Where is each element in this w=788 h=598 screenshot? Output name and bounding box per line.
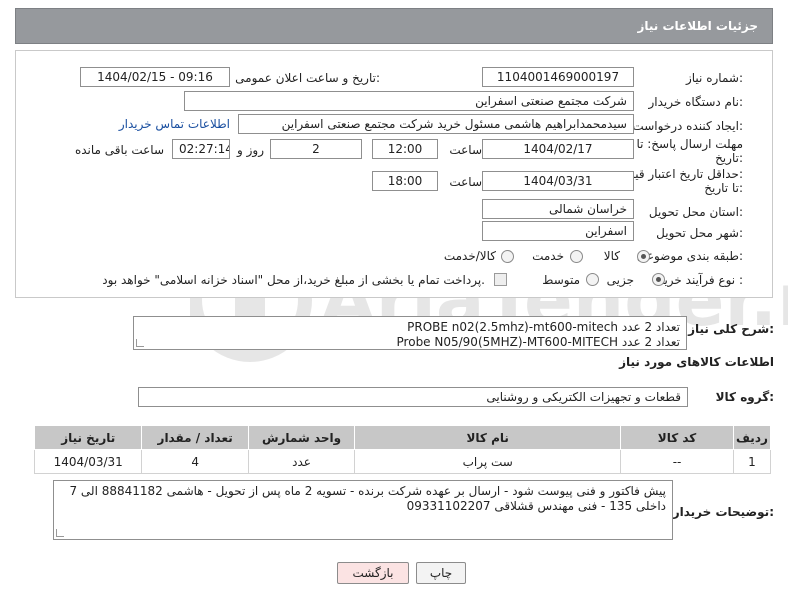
cell-unit: عدد [247,449,356,474]
table-row: 1 -- ست پراب عدد 4 1404/03/31 [33,449,772,474]
need-number-field: 1104001469000197 [482,67,634,87]
col-header-item-name: نام کالا [354,425,622,450]
col-header-quantity: تعداد / مقدار [141,425,249,450]
category-option-goods: کالا [603,249,620,263]
col-header-item-code: کد کالا [620,425,734,450]
price-validity-time-field: 18:00 [372,171,438,191]
remaining-time-label: ساعت باقی مانده [74,143,164,157]
cell-item-name: ست پراب [354,449,622,474]
price-validity-date-field: 1404/03/31 [482,171,634,191]
col-header-unit: واحد شمارش [247,425,356,450]
category-radio-goods[interactable] [637,250,650,263]
buyer-notes-textarea[interactable]: پیش فاکتور و فنی پیوست شود - ارسال بر عه… [53,480,673,540]
requester-field: سیدمحمدابراهیم هاشمی مسئول خرید شرکت مجت… [238,114,634,134]
category-radio-goods-service[interactable] [501,250,514,263]
cell-row-number: 1 [732,449,772,474]
days-label: روز و [237,143,264,157]
cell-quantity: 4 [141,449,249,474]
notes-resize-handle[interactable] [56,529,64,537]
goods-table: ردیف کد کالا نام کالا واحد شمارش تعداد /… [33,425,772,474]
reply-deadline-label-2: تاریخ: [715,151,743,165]
cell-need-date: 1404/03/31 [33,449,143,474]
table-header-row: ردیف کد کالا نام کالا واحد شمارش تعداد /… [33,425,772,450]
reply-deadline-label-1: مهلت ارسال پاسخ: تا [636,137,743,151]
summary-label: شرح کلی نیاز: [688,322,774,336]
delivery-city-label: شهر محل تحویل: [656,226,743,240]
buyer-notes-text: پیش فاکتور و فنی پیوست شود - ارسال بر عه… [69,484,666,513]
reply-deadline-date-field: 1404/02/17 [482,139,634,159]
delivery-city-field: اسفراین [482,221,634,241]
reply-time-label: ساعت [449,143,482,157]
remaining-time-field: 02:27:14 [172,139,230,159]
buyer-org-label: نام دستگاه خریدار: [648,95,744,109]
category-option-service: خدمت [532,249,564,263]
buyer-org-field: شرکت مجتمع صنعتی اسفراین [184,91,634,111]
announce-datetime-label: تاریخ و ساعت اعلان عمومی: [235,71,380,85]
summary-textarea[interactable]: PROBE n02(2.5mhz)-mt600-mitech تعداد 2 ع… [133,316,687,350]
col-header-need-date: تاریخ نیاز [33,425,143,450]
process-radio-minor[interactable] [652,273,665,286]
reply-time-field: 12:00 [372,139,438,159]
process-radio-medium[interactable] [586,273,599,286]
requester-label: ایجاد کننده درخواست: [632,119,743,133]
category-radio-service[interactable] [570,250,583,263]
announce-datetime-field: 1404/02/15 - 09:16 [80,67,230,87]
price-validity-label-2: تا تاریخ: [704,181,743,195]
category-option-goods-service: کالا/خدمت [443,249,496,263]
page-title: جزئیات اطلاعات نیاز [637,19,758,33]
treasury-payment-checkbox[interactable] [494,273,507,286]
price-validity-label-1: حداقل تاریخ اعتبار قیمت: [616,167,743,181]
delivery-province-field: خراسان شمالی [482,199,634,219]
days-field: 2 [270,139,362,159]
summary-line-1: PROBE n02(2.5mhz)-mt600-mitech تعداد 2 ع… [407,320,680,334]
panel-header: جزئیات اطلاعات نیاز [15,8,773,44]
back-button[interactable]: بازگشت [337,562,409,584]
print-button[interactable]: چاپ [416,562,466,584]
price-validity-time-label: ساعت [449,175,482,189]
goods-group-label: گروه کالا: [715,390,774,404]
buyer-notes-label: توضیحات خریدار: [672,505,774,519]
resize-handle[interactable] [136,339,144,347]
buyer-contact-link[interactable]: اطلاعات تماس خریدار [119,117,230,131]
col-header-row-number: ردیف [732,425,772,450]
purchase-process-label: نوع فرآیند خرید : [658,273,743,287]
treasury-payment-note: پرداخت تمام یا بخشی از مبلغ خرید،از محل … [102,273,485,287]
goods-info-title: اطلاعات کالاهای مورد نیاز [619,355,774,369]
process-option-medium: متوسط [542,273,580,287]
need-number-label: شماره نیاز: [685,71,743,85]
goods-group-field: قطعات و تجهیزات الکتریکی و روشنایی [138,387,688,407]
process-option-minor: جزیی [606,273,634,287]
delivery-province-label: استان محل تحویل: [648,205,743,219]
cell-item-code: -- [620,449,734,474]
category-label: طبقه بندی موضوعی: [636,249,743,263]
summary-line-2: Probe N05/90(5MHZ)-MT600-MITECH تعداد 2 … [396,335,680,349]
